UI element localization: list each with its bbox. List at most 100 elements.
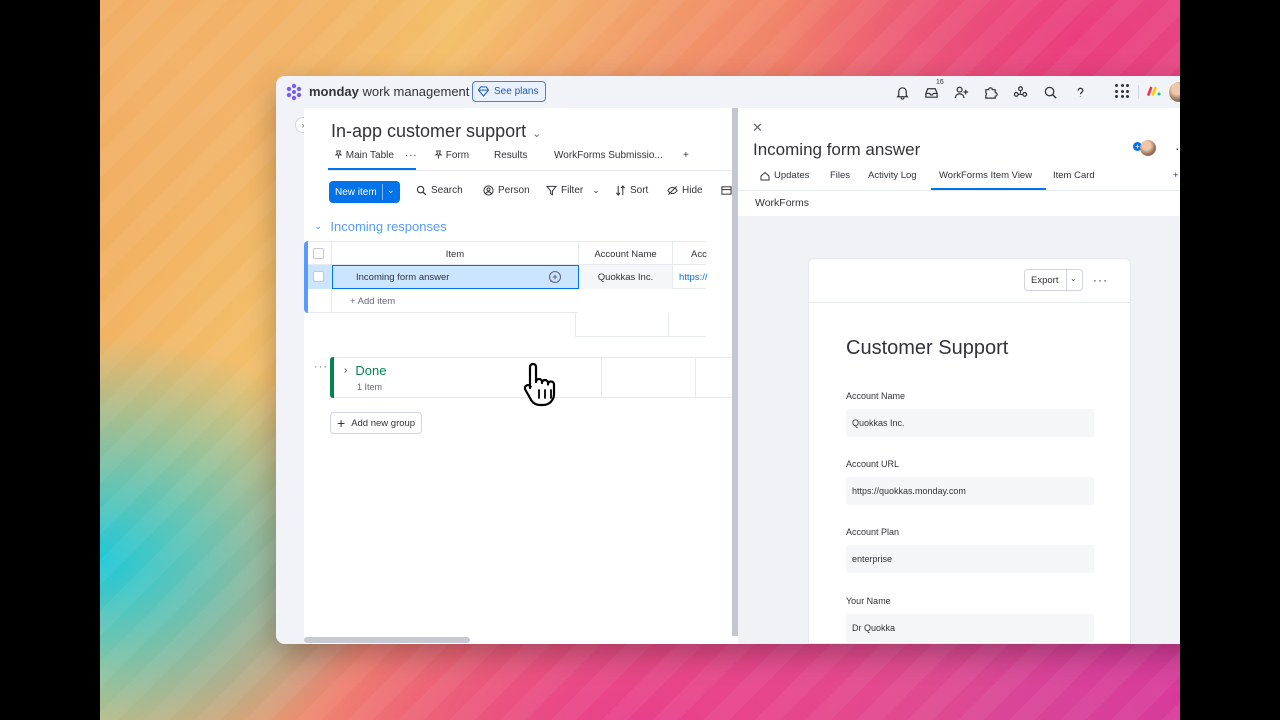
top-bar: monday work management See plans 16 — [276, 76, 1180, 108]
field-label-account-plan: Account Plan — [846, 527, 900, 537]
subscriber-avatar[interactable] — [1140, 140, 1156, 156]
monday-product-logo-icon[interactable] — [1147, 86, 1161, 96]
workforms-section-label: WorkForms — [755, 197, 810, 209]
panel-more-options-icon[interactable]: ··· — [1175, 140, 1180, 156]
apps-puzzle-icon[interactable] — [981, 83, 999, 101]
tab-updates[interactable]: Updates — [760, 170, 809, 181]
tab-results[interactable]: Results — [494, 150, 527, 161]
new-item-label: New item — [335, 186, 377, 198]
hide-label: Hide — [682, 185, 703, 196]
desktop-background: monday work management See plans 16 › In… — [100, 0, 1180, 720]
card-header-divider — [809, 302, 1130, 303]
person-icon — [483, 185, 494, 196]
app-switcher-icon[interactable] — [1115, 84, 1129, 98]
monday-logo-icon — [286, 83, 302, 101]
selected-row-outline — [332, 265, 579, 289]
field-value-account-name: Quokkas Inc. — [846, 409, 1094, 437]
select-all-checkbox[interactable] — [313, 248, 324, 259]
tab-workforms-item-view[interactable]: WorkForms Item View — [939, 170, 1032, 181]
left-rail — [276, 108, 304, 644]
add-new-group-label: Add new group — [351, 417, 416, 429]
plus-icon: + — [337, 415, 346, 431]
summary-row — [575, 313, 706, 337]
table-row[interactable]: Incoming form answer Quokkas Inc. https:… — [308, 265, 708, 289]
column-header-account-url[interactable]: Acc — [673, 242, 713, 266]
close-panel-icon[interactable]: ✕ — [752, 120, 763, 136]
person-label: Person — [498, 185, 530, 196]
form-submission-card: Export ⌄ ··· Customer Support Account Na… — [808, 258, 1131, 644]
account-url-link[interactable]: https:// — [679, 272, 708, 283]
panel-title[interactable]: Incoming form answer — [753, 140, 920, 160]
field-value-your-name: Dr Quokka — [846, 614, 1094, 642]
row-checkbox-cell — [308, 265, 332, 289]
tab-form-label: Form — [445, 150, 470, 161]
row-checkbox[interactable] — [313, 271, 324, 282]
topbar-divider — [1138, 85, 1139, 99]
inbox-count-badge: 16 — [936, 79, 944, 86]
tab-files[interactable]: Files — [830, 170, 850, 181]
board-title-text: In-app customer support — [331, 121, 527, 141]
brand-name[interactable]: monday work management — [309, 84, 469, 99]
sort-button[interactable]: Sort — [615, 185, 648, 196]
hide-button[interactable]: Hide — [667, 185, 703, 196]
group-done-header[interactable]: › Done — [344, 363, 386, 378]
group-options-dots-icon[interactable]: ··· — [314, 361, 328, 373]
export-chevron-down-icon[interactable]: ⌄ — [1070, 274, 1077, 283]
board-area: In-app customer support ⌄ Main Table ··· … — [304, 108, 732, 644]
table-header-row: Item Account Name Acc — [308, 241, 707, 266]
column-header-account-name[interactable]: Account Name — [579, 242, 673, 266]
account-url-cell[interactable]: https:// — [673, 265, 713, 289]
add-item-input[interactable]: + Add item — [332, 289, 578, 313]
bell-icon[interactable] — [893, 83, 911, 101]
add-new-group-button[interactable]: + Add new group — [330, 412, 423, 434]
user-avatar[interactable] — [1168, 81, 1180, 103]
add-tab-button[interactable]: + — [1173, 170, 1179, 181]
sort-label: Sort — [630, 185, 649, 196]
account-name-cell[interactable]: Quokkas Inc. — [579, 265, 673, 289]
tab-options-dots-icon[interactable]: ··· — [405, 150, 418, 161]
add-view-button[interactable]: + — [683, 150, 689, 161]
card-more-options-icon[interactable]: ··· — [1093, 273, 1108, 287]
tab-form[interactable]: Form — [434, 150, 469, 161]
more-tools-icon[interactable] — [721, 185, 732, 196]
pin-icon — [334, 150, 343, 159]
brand-bold: monday — [309, 84, 359, 99]
filter-button[interactable]: Filter ⌄ — [546, 185, 600, 196]
new-item-button[interactable]: New item ⌄ — [329, 181, 400, 203]
export-divider — [1066, 270, 1067, 290]
column-header-item[interactable]: Item — [332, 242, 579, 266]
tab-workforms-submissions[interactable]: WorkForms Submissio... — [554, 150, 663, 161]
chevron-down-icon[interactable]: ⌄ — [532, 128, 541, 140]
new-item-dropdown-chevron-icon[interactable]: ⌄ — [387, 185, 395, 196]
field-label-account-url: Account URL — [846, 459, 900, 469]
tab-main-table[interactable]: Main Table ··· — [334, 150, 418, 161]
workforms-view-area: Export ⌄ ··· Customer Support Account Na… — [738, 216, 1180, 644]
export-button[interactable]: Export ⌄ — [1024, 269, 1083, 291]
tab-activity-log[interactable]: Activity Log — [868, 170, 917, 181]
team-icon[interactable] — [1011, 83, 1029, 101]
hand-pointer-cursor-icon — [523, 362, 556, 407]
search-button[interactable]: Search — [416, 185, 463, 196]
field-value-account-plan: enterprise — [846, 545, 1094, 573]
group-incoming-header[interactable]: ⌄ Incoming responses — [314, 219, 447, 234]
help-icon[interactable] — [1071, 83, 1089, 101]
app-window: monday work management See plans 16 › In… — [276, 76, 1180, 644]
done-column-divider — [695, 357, 696, 398]
field-value-account-url: https://quokkas.monday.com — [846, 477, 1094, 505]
filter-label: Filter — [561, 185, 584, 196]
expand-group-chevron-icon[interactable]: › — [344, 365, 347, 376]
search-icon[interactable] — [1041, 83, 1059, 101]
tab-item-card[interactable]: Item Card — [1053, 170, 1095, 181]
group-incoming-title[interactable]: Incoming responses — [330, 219, 446, 234]
diamond-icon — [478, 86, 489, 97]
add-item-checkbox-cell — [308, 289, 332, 313]
horizontal-scrollbar[interactable] — [304, 637, 470, 643]
add-update-chat-icon[interactable] — [548, 270, 562, 284]
filter-chevron-down-icon[interactable]: ⌄ — [592, 185, 600, 196]
board-title[interactable]: In-app customer support ⌄ — [331, 121, 541, 142]
group-done-title[interactable]: Done — [355, 363, 386, 378]
person-filter-button[interactable]: Person — [483, 185, 530, 196]
collapse-group-chevron-icon[interactable]: ⌄ — [314, 221, 322, 232]
invite-members-icon[interactable] — [952, 83, 970, 101]
see-plans-button[interactable]: See plans — [472, 81, 547, 102]
